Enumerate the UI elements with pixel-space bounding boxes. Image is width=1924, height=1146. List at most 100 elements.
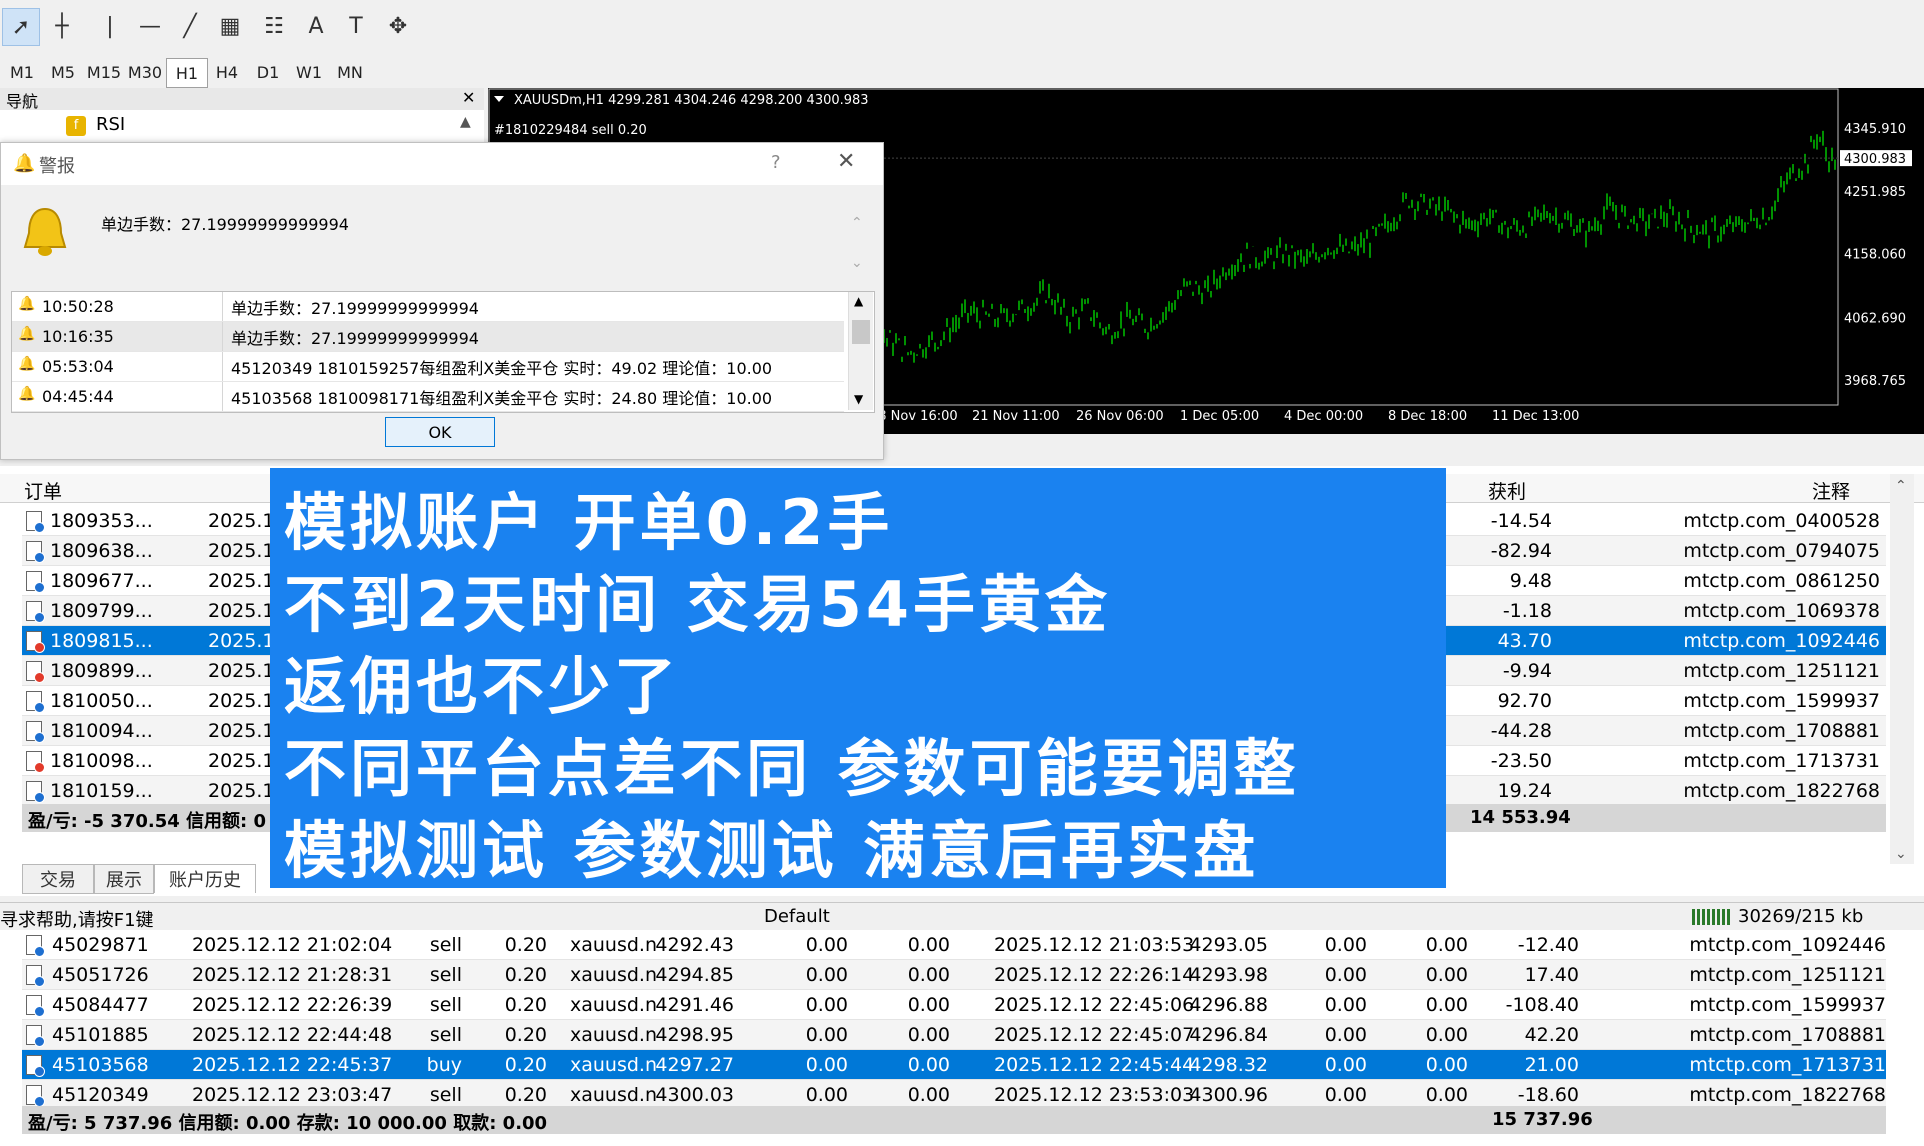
history-symbol: xauusd.n — [570, 994, 658, 1016]
history-close-time: 2025.12.12 22:45:07 — [994, 1024, 1195, 1046]
connection-icon — [1692, 909, 1732, 925]
timeframe-m1[interactable]: M1 — [2, 58, 42, 86]
log-scroll-thumb[interactable] — [852, 320, 870, 344]
history-commission: 0.00 — [1324, 964, 1367, 986]
history-row[interactable]: 45101885 2025.12.12 22:44:48 sell 0.20 xauus… — [22, 1020, 1886, 1050]
bell-icon: 🔔 — [18, 386, 36, 402]
status-traffic: 30269/215 kb — [1738, 906, 1864, 927]
alert-log-row[interactable]: 🔔 10:16:35 单边手数：27.19999999999994 — [12, 322, 844, 352]
message-scroll-down-icon[interactable]: ⌄ — [851, 255, 863, 271]
history-volume: 0.20 — [504, 1054, 547, 1076]
history-row[interactable]: 45051726 2025.12.12 21:28:31 sell 0.20 xauus… — [22, 960, 1886, 990]
hline-tool-icon[interactable]: — — [132, 8, 168, 44]
header-profit[interactable]: 获利 — [1488, 477, 1526, 504]
crosshair-tool-icon[interactable]: ┼ — [44, 8, 80, 44]
timeframe-m30[interactable]: M30 — [125, 58, 165, 86]
navigator-header: 导航 ✕ — [0, 88, 484, 111]
history-ticket: 45103568 — [52, 1054, 149, 1076]
history-comment: mtctp.com_1251121 — [1689, 964, 1886, 986]
order-icon — [26, 751, 45, 773]
alert-log-list[interactable]: 🔔 10:50:28 单边手数：27.19999999999994 🔔 10:16:35… — [11, 291, 875, 413]
history-open-price: 4294.85 — [655, 964, 734, 986]
cursor-tool-icon[interactable]: ➚ — [2, 8, 40, 46]
time-axis-label: 8 Dec 18:00 — [1388, 409, 1467, 424]
channels-tool-icon[interactable]: ▦ — [212, 8, 248, 44]
order-profit: -44.28 — [1490, 719, 1552, 742]
history-row[interactable]: 45084477 2025.12.12 22:26:39 sell 0.20 xauus… — [22, 990, 1886, 1020]
text-tool-icon[interactable]: A — [298, 8, 334, 44]
fibo-tool-icon[interactable]: ☷ — [256, 8, 292, 44]
alert-title: 警报 — [39, 156, 75, 177]
timeframe-m5[interactable]: M5 — [43, 58, 83, 86]
navigator-item-rsi[interactable]: RSI — [96, 114, 125, 135]
history-summary-total: 15 737.96 — [1492, 1109, 1593, 1130]
navigator-close-icon[interactable]: ✕ — [462, 88, 475, 107]
timeframe-mn[interactable]: MN — [330, 58, 370, 86]
chart-header-arrow-icon — [494, 96, 504, 102]
alert-log-row[interactable]: 🔔 04:45:44 45103568 1810098171每组盈利X美金平仓 实时… — [12, 382, 844, 412]
history-open-price: 4297.27 — [655, 1054, 734, 1076]
timeframe-h4[interactable]: H4 — [207, 58, 247, 86]
alert-log-row[interactable]: 🔔 10:50:28 单边手数：27.19999999999994 — [12, 292, 844, 322]
order-date: 2025.1 — [208, 539, 275, 562]
tab-1[interactable]: 展示 — [94, 864, 154, 894]
orders-scroll-up-icon[interactable]: ⌃ — [1895, 478, 1907, 494]
timeframe-w1[interactable]: W1 — [289, 58, 329, 86]
history-swap: 0.00 — [1425, 1024, 1468, 1046]
header-comment[interactable]: 注释 — [1812, 477, 1850, 504]
price-axis-label: 3968.765 — [1844, 374, 1906, 389]
alert-log-row[interactable]: 🔔 05:53:04 45120349 1810159257每组盈利X美金平仓 实时… — [12, 352, 844, 382]
history-row[interactable]: 45029871 2025.12.12 21:02:04 sell 0.20 xauus… — [22, 930, 1886, 960]
history-sl: 0.00 — [805, 964, 848, 986]
log-scroll-up-icon[interactable]: ▲ — [854, 294, 863, 308]
history-open-price: 4292.43 — [655, 934, 734, 956]
history-close-price: 4296.84 — [1189, 1024, 1268, 1046]
timeframe-m15[interactable]: M15 — [84, 58, 124, 86]
history-close-time: 2025.12.12 22:45:06 — [994, 994, 1195, 1016]
history-type: sell — [429, 1024, 462, 1046]
log-scroll-down-icon[interactable]: ▼ — [854, 392, 863, 406]
order-comment: mtctp.com_1092446 — [1683, 629, 1880, 652]
header-order[interactable]: 订单 — [24, 477, 62, 504]
order-comment: mtctp.com_0400528 — [1683, 509, 1880, 532]
alert-log-time: 04:45:44 — [12, 382, 223, 411]
history-open-time: 2025.12.12 23:03:47 — [192, 1084, 393, 1106]
history-tp: 0.00 — [907, 994, 950, 1016]
ok-button[interactable]: OK — [385, 417, 495, 447]
history-sl: 0.00 — [805, 1024, 848, 1046]
log-scrollbar[interactable]: ▲ ▼ — [848, 292, 873, 410]
vline-tool-icon[interactable]: | — [92, 8, 128, 44]
tab-0[interactable]: 交易 — [22, 864, 94, 894]
history-icon — [26, 995, 45, 1017]
order-date: 2025.1 — [208, 719, 275, 742]
order-icon — [26, 601, 45, 623]
status-bar: 寻求帮助,请按F1键 Default 30269/215 kb — [0, 902, 1924, 931]
timeframe-d1[interactable]: D1 — [248, 58, 288, 86]
history-profit: -18.60 — [1517, 1084, 1579, 1106]
order-comment: mtctp.com_1822768 — [1683, 779, 1880, 802]
status-help: 寻求帮助,请按F1键 — [0, 910, 154, 931]
history-commission: 0.00 — [1324, 934, 1367, 956]
order-date: 2025.1 — [208, 509, 275, 532]
timeframe-h1[interactable]: H1 — [166, 58, 208, 88]
orders-scrollbar[interactable]: ⌃ ⌄ — [1890, 474, 1914, 864]
message-scroll-up-icon[interactable]: ⌃ — [851, 215, 863, 231]
label-tool-icon[interactable]: T — [338, 8, 374, 44]
history-summary-row: 盈/亏: 5 737.96 信用额: 0.00 存款: 10 000.00 取款… — [22, 1106, 1886, 1134]
close-icon[interactable]: ✕ — [837, 149, 855, 174]
history-profit: 17.40 — [1524, 964, 1579, 986]
scroll-up-icon[interactable]: ▲ — [460, 114, 471, 130]
history-commission: 0.00 — [1324, 1084, 1367, 1106]
trendline-tool-icon[interactable]: ╱ — [172, 8, 208, 44]
order-icon — [26, 691, 45, 713]
history-row[interactable]: 45103568 2025.12.12 22:45:37 buy 0.20 xauusd… — [22, 1050, 1886, 1080]
order-date: 2025.1 — [208, 689, 275, 712]
bell-icon: 🔔 — [18, 296, 36, 312]
tab-2[interactable]: 账户历史 — [154, 864, 256, 893]
orders-scroll-down-icon[interactable]: ⌄ — [1895, 846, 1907, 862]
arrows-tool-icon[interactable]: ✥ — [380, 8, 416, 44]
history-swap: 0.00 — [1425, 994, 1468, 1016]
help-button[interactable]: ? — [771, 152, 781, 173]
order-date: 2025.1 — [208, 749, 275, 772]
history-close-price: 4298.32 — [1189, 1054, 1268, 1076]
